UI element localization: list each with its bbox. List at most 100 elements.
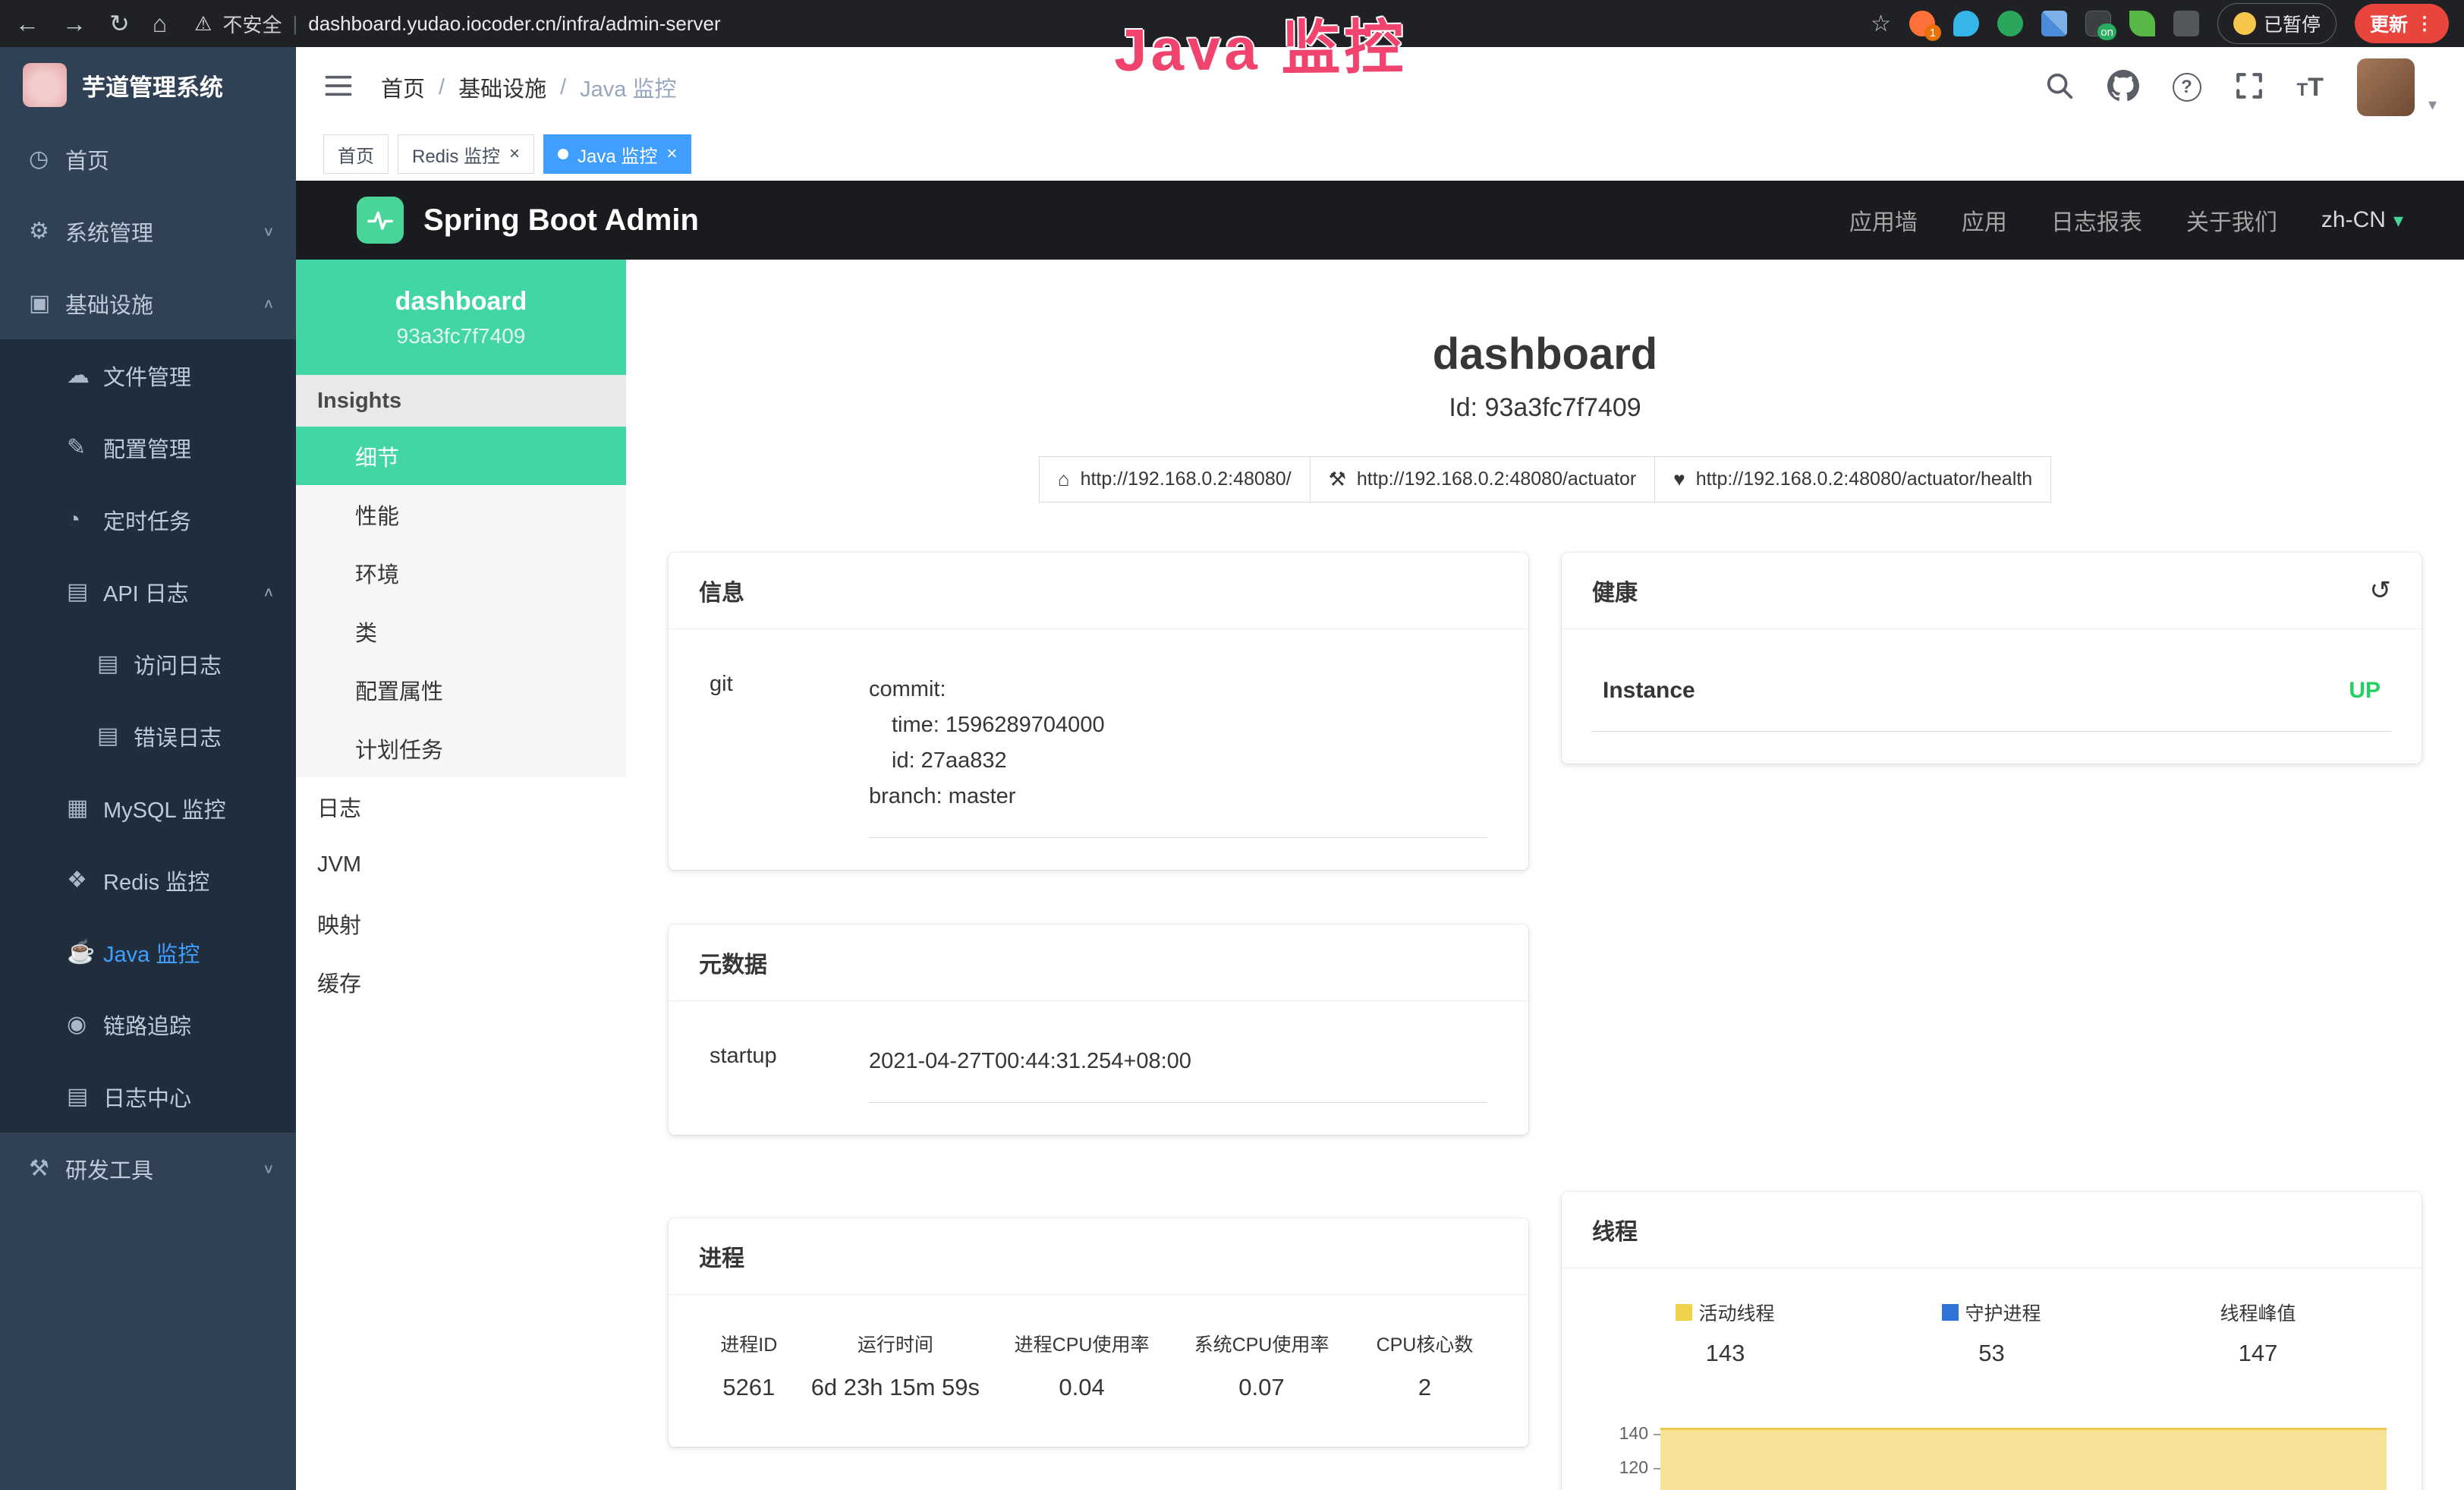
paused-label: 已暂停 [2264,10,2321,37]
actuator-url-link[interactable]: ⚒ http://192.168.0.2:48080/actuator [1310,456,1656,502]
logo-row[interactable]: 芋道管理系统 [0,47,296,123]
sidebar-item-api-logs[interactable]: ▤ API 日志 ∧ [0,556,296,628]
forward-icon[interactable]: → [62,10,87,38]
grid-extension-icon[interactable] [2041,11,2067,36]
sba-nav-journal[interactable]: 日志报表 [2051,203,2142,237]
sidebar-item-tracing[interactable]: ◉ 链路追踪 [0,988,296,1060]
process-card-body: 进程ID 运行时间 进程CPU使用率 系统CPU使用率 CPU核心数 5261 … [669,1295,1528,1447]
sidebar-item-infrastructure[interactable]: ▣ 基础设施 ∧ [0,267,296,339]
sidebar-item-log-center[interactable]: ▤ 日志中心 [0,1060,296,1132]
sba-nav-about[interactable]: 关于我们 [2186,203,2277,237]
close-icon[interactable]: × [509,143,520,165]
fox-extension-icon[interactable]: 1 [1909,11,1935,36]
yellow-legend-swatch-icon [1676,1304,1692,1321]
health-url-link[interactable]: ♥ http://192.168.0.2:48080/actuator/heal… [1654,456,2051,502]
active-dot-icon [558,149,568,159]
breadcrumb-separator: / [439,75,445,100]
bookmark-star-icon[interactable]: ☆ [1871,11,1891,37]
sba-nav-applications[interactable]: 应用 [1962,203,2007,237]
green-circle-extension-icon[interactable] [1997,11,2023,36]
search-icon[interactable] [2045,71,2074,104]
sba-menu-caches[interactable]: 缓存 [296,953,626,1011]
url-text: dashboard.yudao.iocoder.cn/infra/admin-s… [308,12,720,36]
breadcrumb-home[interactable]: 首页 [381,71,425,103]
health-card-header: 健康 ↺ [1562,553,2422,629]
sidebar-item-scheduled-tasks[interactable]: ◔ 定时任务 [0,484,296,556]
menu-section-insights[interactable]: Insights [296,375,626,427]
help-icon[interactable]: ? [2173,73,2201,102]
tab-redis-monitor[interactable]: Redis 监控 × [398,134,534,174]
sidebar-item-label: 配置管理 [103,432,191,464]
home-icon[interactable]: ⌂ [153,10,167,38]
close-icon[interactable]: × [666,143,677,165]
sba-menu-scheduled-tasks[interactable]: 计划任务 [296,719,626,777]
sidebar-item-home[interactable]: ◷ 首页 [0,123,296,195]
fullscreen-icon[interactable] [2235,71,2264,104]
avatar-caret-icon[interactable]: ▾ [2428,95,2437,115]
threads-chart-area [1660,1428,2387,1490]
breadcrumb-infrastructure[interactable]: 基础设施 [458,71,546,103]
sidebar-item-file-management[interactable]: ☁ 文件管理 [0,339,296,411]
instance-id: 93a3fc7f7409 [397,324,526,348]
git-time-line: time: 1596289704000 [869,707,1487,743]
paused-button[interactable]: 已暂停 [2217,3,2337,44]
metadata-card-header: 元数据 [669,925,1528,1001]
sidebar-item-access-logs[interactable]: ▤ 访问日志 [0,628,296,700]
puzzle-extension-icon[interactable] [2173,11,2199,36]
back-icon[interactable]: ← [15,10,39,38]
leaf-extension-icon[interactable] [2129,11,2155,36]
threads-chart-y-axis: 140 120 100 [1597,1403,1660,1490]
sidebar-item-error-logs[interactable]: ▤ 错误日志 [0,700,296,772]
chevron-up-icon: ∧ [263,295,275,311]
security-warning-icon[interactable]: ⚠ [194,12,212,36]
sba-menu-classes[interactable]: 类 [296,602,626,660]
water-drop-extension-icon[interactable] [1953,11,1979,36]
database-icon: ▦ [67,795,103,821]
metadata-row-startup: startup 2021-04-27T00:44:31.254+08:00 [699,1032,1498,1103]
spring-boot-admin-logo[interactable] [357,197,404,244]
font-size-icon[interactable]: TT [2297,73,2324,102]
sba-menu-mappings[interactable]: 映射 [296,894,626,953]
chevron-down-icon: ∨ [263,1161,275,1177]
update-button[interactable]: 更新 ⋮ [2355,4,2449,43]
sidebar-item-redis-monitor[interactable]: ❖ Redis 监控 [0,844,296,916]
peak-threads-value: 147 [2125,1340,2391,1367]
tab-java-monitor[interactable]: Java 监控 × [543,134,691,174]
history-icon[interactable]: ↺ [2370,575,2392,606]
process-table-header: 进程ID 运行时间 进程CPU使用率 系统CPU使用率 CPU核心数 [699,1325,1498,1369]
info-card-header: 信息 [669,553,1528,629]
address-bar[interactable]: ⚠ 不安全 | dashboard.yudao.iocoder.cn/infra… [194,10,721,38]
admin-sidebar: 芋道管理系统 ◷ 首页 ⚙ 系统管理 ∨ ▣ 基础设施 ∧ ☁ 文件管理 [0,47,296,1490]
refresh-icon[interactable]: ↻ [109,9,130,38]
sba-menu-logs[interactable]: 日志 [296,777,626,836]
update-menu-icon[interactable]: ⋮ [2415,13,2434,35]
sidebar-item-java-monitor[interactable]: ☕ Java 监控 [0,916,296,988]
info-value: commit: time: 1596289704000 id: 27aa832 … [869,672,1487,838]
collapse-sidebar-icon[interactable] [323,73,354,102]
sidebar-item-config-management[interactable]: ✎ 配置管理 [0,411,296,484]
user-avatar[interactable] [2357,58,2415,116]
sba-menu-environment[interactable]: 环境 [296,543,626,602]
sidebar-item-system-management[interactable]: ⚙ 系统管理 ∨ [0,195,296,267]
language-selector[interactable]: zh-CN ▾ [2321,207,2403,233]
sidebar-item-label: 研发工具 [65,1153,153,1185]
health-status-badge: UP [2349,678,2381,704]
sba-menu-performance[interactable]: 性能 [296,485,626,543]
sba-menu-config-props[interactable]: 配置属性 [296,660,626,719]
switch-extension-icon[interactable]: on [2085,11,2111,36]
sba-menu-jvm[interactable]: JVM [296,836,626,894]
tab-home[interactable]: 首页 [323,134,389,174]
daemon-threads-value: 53 [1858,1340,2125,1367]
instance-name: dashboard [395,287,527,317]
sidebar-item-dev-tools[interactable]: ⚒ 研发工具 ∨ [0,1132,296,1205]
edit-icon: ✎ [67,434,103,461]
tab-label: 首页 [338,141,374,168]
github-icon[interactable] [2107,70,2139,106]
sidebar-item-label: 错误日志 [134,720,222,752]
sidebar-item-mysql-monitor[interactable]: ▦ MySQL 监控 [0,772,296,844]
sba-menu-details[interactable]: 细节 [296,427,626,485]
service-url-link[interactable]: ⌂ http://192.168.0.2:48080/ [1039,456,1311,502]
sba-body: dashboard 93a3fc7f7409 Insights 细节 性能 环境… [296,260,2464,1490]
instance-header[interactable]: dashboard 93a3fc7f7409 [296,260,626,375]
sba-nav-wallboard[interactable]: 应用墙 [1849,203,1918,237]
